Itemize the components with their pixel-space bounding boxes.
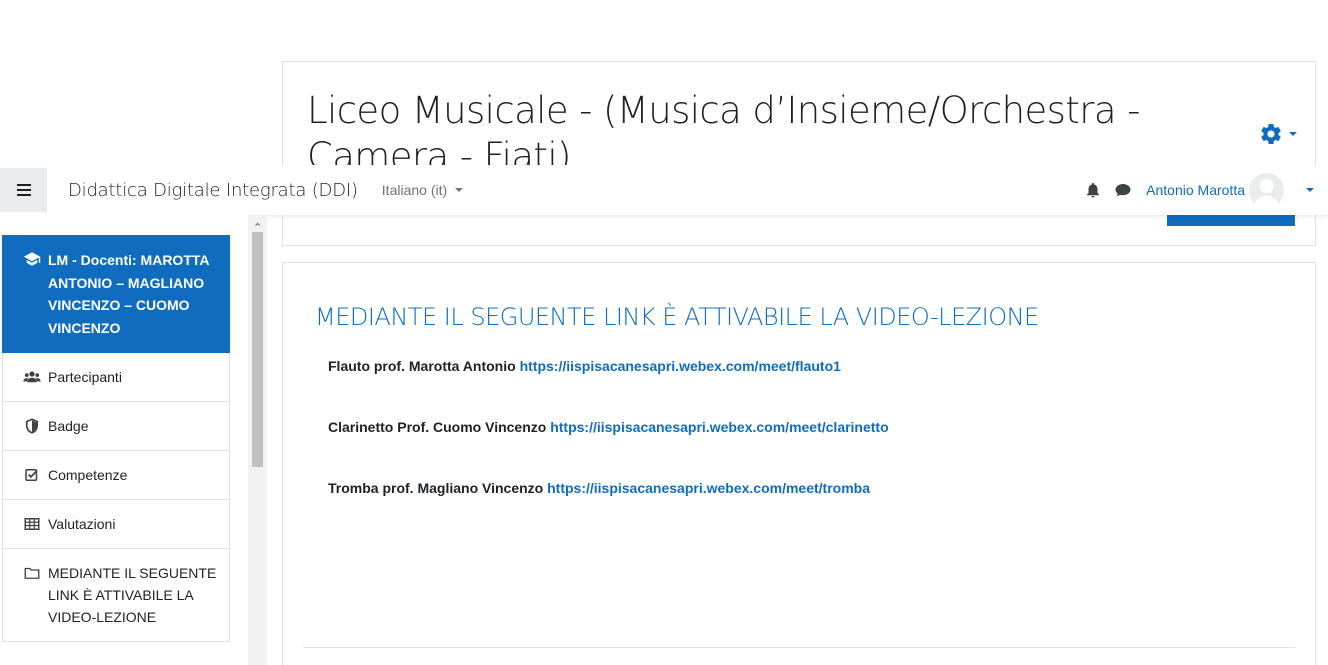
page: Liceo Musicale - (Musica d’Insieme/Orche… — [0, 0, 1328, 665]
nav-drawer: LM - Docenti: MAROTTA ANTONIO – MAGLIANO… — [0, 215, 267, 665]
hamburger-icon — [16, 184, 31, 196]
instructor-label: Clarinetto Prof. Cuomo Vincenzo — [328, 419, 547, 435]
language-label: Italiano (it) — [381, 182, 448, 198]
navbar: Didattica Digitale Integrata (DDI) Itali… — [0, 165, 1328, 215]
avatar[interactable] — [1249, 172, 1284, 208]
drawer-scrollbar[interactable]: ⌃ — [248, 215, 267, 665]
meeting-link[interactable]: https://iispisacanesapri.webex.com/meet/… — [547, 480, 870, 496]
scrollbar-thumb[interactable] — [252, 232, 263, 467]
instructor-label: Flauto prof. Marotta Antonio — [328, 358, 516, 374]
users-icon — [23, 371, 41, 383]
meeting-link[interactable]: https://iispisacanesapri.webex.com/meet/… — [520, 358, 841, 374]
section-title: MEDIANTE IL SEGUENTE LINK È ATTIVABILE L… — [315, 303, 1039, 331]
folder-icon — [24, 567, 40, 579]
user-navigation: Antonio Marotta — [1084, 165, 1314, 215]
drawer-item-section[interactable]: MEDIANTE IL SEGUENTE LINK È ATTIVABILE L… — [2, 549, 230, 642]
drawer-item-label: Competenze — [48, 467, 128, 483]
chevron-down-icon — [1289, 132, 1297, 136]
checkbox-icon — [25, 469, 38, 481]
chevron-down-icon — [455, 188, 464, 192]
drawer-item-label: MEDIANTE IL SEGUENTE LINK È ATTIVABILE L… — [48, 565, 217, 625]
course-settings-menu[interactable] — [1259, 122, 1297, 146]
page-header: Liceo Musicale - (Musica d’Insieme/Orche… — [282, 61, 1316, 246]
graduation-cap-icon — [23, 252, 41, 266]
lesson-link-row: Tromba prof. Magliano Vincenzo https://i… — [328, 480, 870, 496]
instructor-label: Tromba prof. Magliano Vincenzo — [328, 480, 544, 496]
drawer-item-competencies[interactable]: Competenze — [2, 451, 230, 500]
lesson-link-row: Flauto prof. Marotta Antonio https://iis… — [328, 358, 841, 374]
chat-icon[interactable] — [1114, 181, 1132, 199]
drawer-item-badges[interactable]: Badge — [2, 402, 230, 451]
drawer-item-grades[interactable]: Valutazioni — [2, 500, 230, 549]
divider — [303, 647, 1295, 648]
gear-icon — [1261, 124, 1281, 145]
drawer-item-label: LM - Docenti: MAROTTA ANTONIO – MAGLIANO… — [48, 252, 209, 336]
drawer-item-label: Partecipanti — [48, 369, 122, 385]
drawer-item-label: Valutazioni — [48, 516, 116, 532]
lesson-link-row: Clarinetto Prof. Cuomo Vincenzo https://… — [328, 419, 889, 435]
meeting-link[interactable]: https://iispisacanesapri.webex.com/meet/… — [550, 419, 888, 435]
bell-icon[interactable] — [1084, 181, 1102, 199]
drawer-toggle-button[interactable] — [0, 168, 47, 212]
drawer-list: LM - Docenti: MAROTTA ANTONIO – MAGLIANO… — [2, 235, 230, 642]
user-placeholder-icon — [1253, 178, 1280, 208]
user-name[interactable]: Antonio Marotta — [1146, 182, 1245, 198]
chevron-down-icon[interactable] — [1306, 188, 1314, 192]
drawer-item-course[interactable]: LM - Docenti: MAROTTA ANTONIO – MAGLIANO… — [2, 235, 230, 353]
drawer-item-label: Badge — [48, 418, 89, 434]
language-menu[interactable]: Italiano (it) — [381, 182, 464, 198]
course-section: MEDIANTE IL SEGUENTE LINK È ATTIVABILE L… — [282, 262, 1316, 665]
site-name[interactable]: Didattica Digitale Integrata (DDI) — [68, 180, 358, 201]
shield-icon — [25, 418, 39, 434]
drawer-item-participants[interactable]: Partecipanti — [2, 353, 230, 402]
table-icon — [24, 518, 40, 530]
